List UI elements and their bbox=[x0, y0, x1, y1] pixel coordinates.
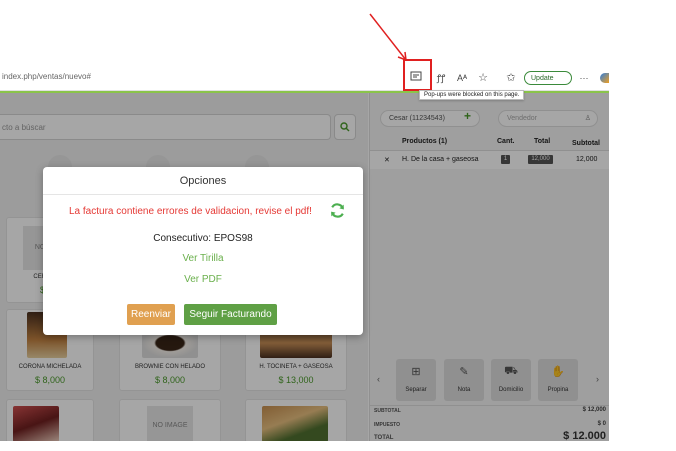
divider bbox=[43, 194, 363, 195]
view-pdf-link[interactable]: Ver PDF bbox=[43, 274, 363, 285]
text-size-icon[interactable]: Aᴬ bbox=[455, 71, 469, 85]
favorites-icon[interactable]: ✩ bbox=[504, 71, 518, 85]
update-button[interactable]: Update bbox=[524, 71, 572, 85]
dialog-title: Opciones bbox=[179, 175, 227, 187]
more-icon[interactable]: ··· bbox=[577, 71, 591, 85]
options-dialog: Opciones La factura contiene errores de … bbox=[43, 167, 363, 335]
popup-blocked-tooltip: Pop-ups were blocked on this page. bbox=[419, 90, 525, 100]
read-aloud-icon[interactable]: ꝭꝭ bbox=[434, 71, 448, 85]
refresh-icon[interactable] bbox=[329, 202, 346, 223]
annotation-arrow bbox=[369, 13, 407, 62]
favorite-star-icon[interactable]: ☆ bbox=[476, 71, 490, 85]
validation-error-message: La factura contiene errores de validacio… bbox=[69, 206, 312, 217]
view-receipt-link[interactable]: Ver Tirilla bbox=[43, 253, 363, 264]
copilot-icon[interactable] bbox=[600, 73, 609, 83]
address-bar[interactable]: index.php/ventas/nuevo# bbox=[2, 72, 91, 81]
resend-button[interactable]: Reenviar bbox=[127, 304, 175, 325]
consecutive-number: Consecutivo: EPOS98 bbox=[153, 233, 253, 244]
continue-invoicing-button[interactable]: Seguir Facturando bbox=[184, 304, 277, 325]
update-label: Update bbox=[531, 75, 554, 82]
